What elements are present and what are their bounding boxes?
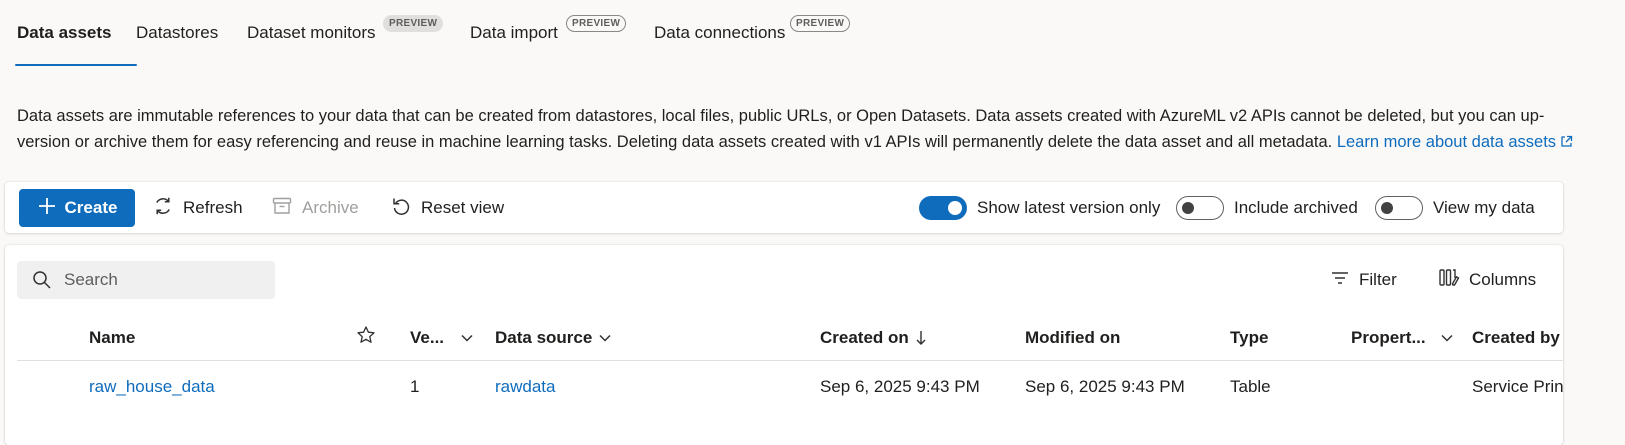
tab-label: Dataset monitors <box>247 23 376 42</box>
star-icon <box>356 325 376 350</box>
column-header-name[interactable]: Name <box>89 315 135 360</box>
favorite-column-header[interactable] <box>356 315 376 360</box>
tab-data-connections[interactable]: Data connections PREVIEW <box>654 0 854 66</box>
description-text: Data assets are immutable references to … <box>17 107 1545 151</box>
learn-more-label: Learn more about data assets <box>1336 133 1557 151</box>
table-row[interactable]: raw_house_data 1 rawdata Sep 6, 2025 9:4… <box>17 361 1563 413</box>
search-icon <box>32 270 52 290</box>
page-description: Data assets are immutable references to … <box>17 103 1577 156</box>
data-assets-grid: Filter Columns Name Ve... Data source Cr… <box>5 245 1563 445</box>
chevron-down-icon <box>460 331 474 345</box>
reset-view-button[interactable]: Reset view <box>390 189 504 227</box>
filter-icon <box>1330 268 1350 293</box>
reset-view-label: Reset view <box>421 198 505 217</box>
created-by-cell: Service Princ <box>1472 377 1563 396</box>
view-my-data-toggle[interactable] <box>1375 196 1423 220</box>
archive-label: Archive <box>302 198 359 217</box>
data-source-link[interactable]: rawdata <box>495 361 555 413</box>
column-header-label: Name <box>89 327 136 347</box>
refresh-button[interactable]: Refresh <box>152 189 243 227</box>
column-header-properties[interactable]: Propert... <box>1351 315 1454 360</box>
toggle-knob <box>948 201 962 215</box>
learn-more-link[interactable]: Learn more about data assets <box>1337 133 1573 151</box>
preview-badge: PREVIEW <box>383 15 444 32</box>
modified-on-cell: Sep 6, 2025 9:43 PM <box>1025 377 1185 396</box>
view-my-data-toggle-group: View my data <box>1375 194 1535 222</box>
tab-label: Data connections <box>654 23 786 42</box>
external-link-icon <box>1560 130 1573 156</box>
chevron-down-icon <box>1440 331 1454 345</box>
include-archived-label: Include archived <box>1234 198 1358 217</box>
include-archived-toggle-group: Include archived <box>1176 194 1358 222</box>
show-latest-version-toggle[interactable] <box>919 196 967 220</box>
asset-name-link[interactable]: raw_house_data <box>89 361 215 413</box>
include-archived-toggle[interactable] <box>1176 196 1224 220</box>
column-header-label: Propert... <box>1351 327 1426 347</box>
tab-datastores[interactable]: Datastores <box>136 0 247 66</box>
search-input[interactable] <box>62 269 266 291</box>
tab-dataset-monitors[interactable]: Dataset monitors PREVIEW <box>247 0 470 66</box>
tab-data-import[interactable]: Data import PREVIEW <box>470 0 654 66</box>
type-cell: Table <box>1230 377 1271 396</box>
column-header-version[interactable]: Ve... <box>410 315 474 360</box>
toggle-knob <box>1381 202 1393 214</box>
refresh-label: Refresh <box>183 198 243 217</box>
chevron-down-icon <box>598 331 612 345</box>
archive-icon <box>271 195 293 222</box>
column-header-created-on[interactable]: Created on <box>820 315 927 360</box>
create-label: Create <box>64 198 118 217</box>
command-bar: Create Refresh Archive Reset view Show l… <box>5 182 1563 233</box>
show-latest-version-label: Show latest version only <box>977 198 1161 217</box>
columns-button[interactable]: Columns <box>1438 261 1536 299</box>
preview-badge: PREVIEW <box>790 15 851 32</box>
toggle-knob <box>1182 202 1194 214</box>
archive-button[interactable]: Archive <box>271 189 359 227</box>
column-header-data-source[interactable]: Data source <box>495 315 612 360</box>
refresh-icon <box>152 195 174 222</box>
column-header-label: Type <box>1230 327 1269 347</box>
column-header-type[interactable]: Type <box>1230 315 1268 360</box>
sort-down-icon <box>915 330 927 346</box>
column-header-label: Modified on <box>1025 327 1121 347</box>
plus-icon <box>37 196 57 221</box>
version-cell: 1 <box>410 377 420 396</box>
grid-header-row: Name Ve... Data source Created on Modifi… <box>17 315 1563 361</box>
filter-button[interactable]: Filter <box>1330 261 1397 299</box>
tab-label: Datastores <box>136 23 219 42</box>
column-header-label: Data source <box>495 327 593 347</box>
view-my-data-label: View my data <box>1433 198 1535 217</box>
show-latest-version-toggle-group: Show latest version only <box>919 194 1160 222</box>
tab-label: Data import <box>470 23 558 42</box>
column-header-created-by[interactable]: Created by <box>1472 315 1560 360</box>
column-header-label: Created on <box>820 327 909 347</box>
reset-icon <box>390 195 412 222</box>
column-header-label: Ve... <box>410 327 445 347</box>
filter-label: Filter <box>1359 270 1397 289</box>
tab-data-assets[interactable]: Data assets <box>15 0 137 66</box>
tab-label: Data assets <box>17 23 112 42</box>
columns-label: Columns <box>1469 270 1537 289</box>
search-box <box>17 261 275 299</box>
column-header-label: Created by <box>1472 327 1560 347</box>
created-on-cell: Sep 6, 2025 9:43 PM <box>820 377 980 396</box>
preview-badge: PREVIEW <box>566 15 627 32</box>
create-button[interactable]: Create <box>19 189 135 227</box>
column-header-modified-on[interactable]: Modified on <box>1025 315 1120 360</box>
tab-list: Data assets Datastores Dataset monitors … <box>15 0 854 66</box>
columns-icon <box>1438 267 1460 294</box>
